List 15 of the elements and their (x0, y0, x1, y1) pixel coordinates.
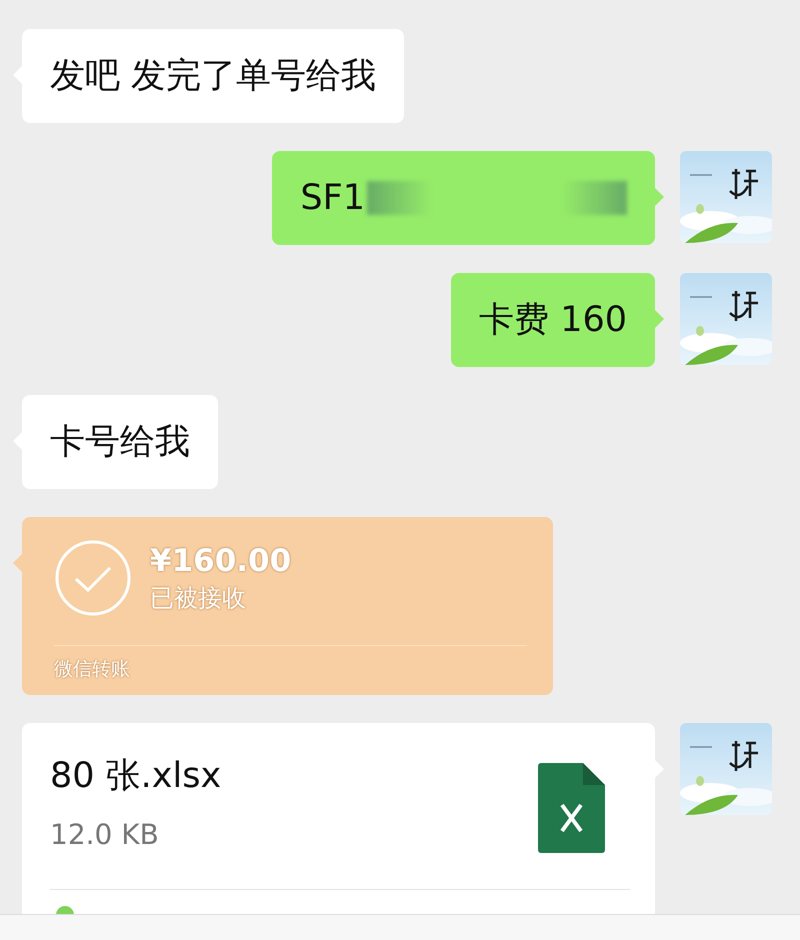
message-bubble: 卡号给我 (22, 395, 218, 489)
transfer-status: 已被接收 (150, 583, 247, 614)
file-size: 12.0 KB (50, 817, 160, 853)
bubble-tail (13, 554, 22, 572)
check-circle-icon (54, 539, 132, 617)
transfer-amount: ¥160.00 (150, 542, 292, 581)
bubble-tail (655, 310, 664, 328)
message-bubble: 发吧 发完了单号给我 (22, 29, 404, 123)
bubble-tail (655, 188, 664, 206)
message-bubble: SF1 (272, 151, 655, 245)
file-card[interactable]: 80 张.xlsx 12.0 KB (22, 723, 655, 914)
transfer-label: 微信转账 (54, 657, 130, 682)
message-bubble: 卡费 160 (451, 273, 655, 367)
file-name: 80 张.xlsx (50, 755, 222, 798)
spreadsheet-file-icon (538, 763, 605, 853)
